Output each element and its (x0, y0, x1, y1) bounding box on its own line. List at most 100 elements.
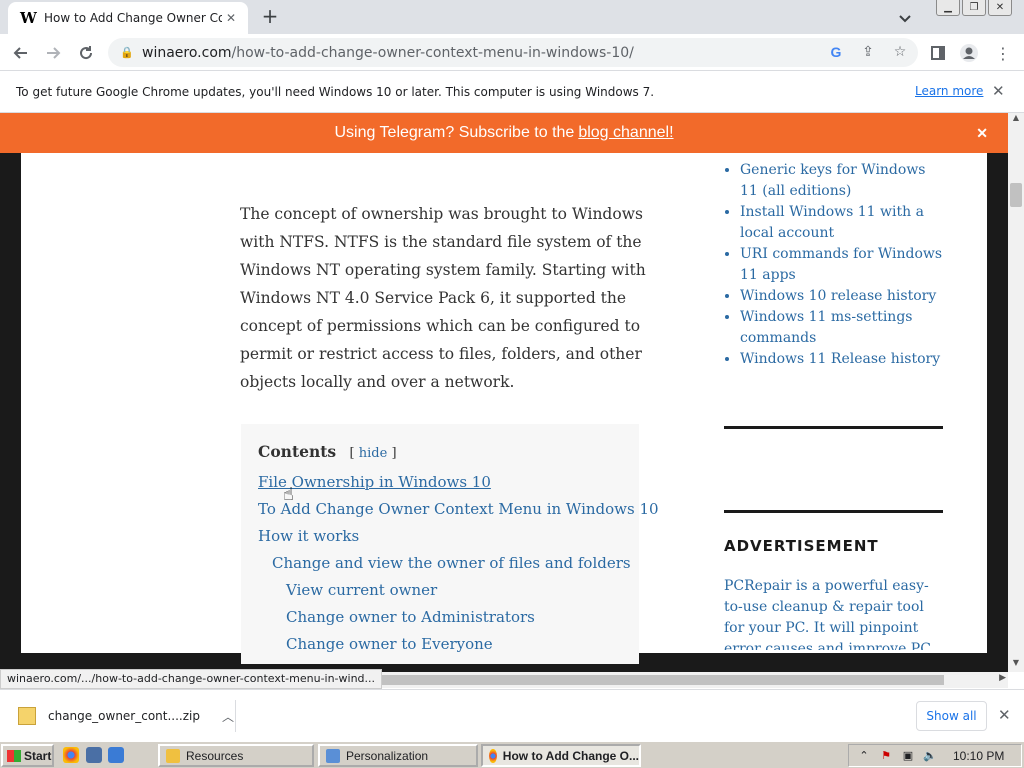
advertisement-heading: ADVERTISEMENT (724, 537, 879, 555)
toc-hide-toggle: [ hide ] (350, 446, 397, 461)
scroll-up-icon[interactable]: ▲ (1008, 113, 1024, 127)
profile-avatar-icon (960, 44, 978, 62)
toc-hide-link[interactable]: hide (359, 446, 388, 461)
download-filename: change_owner_cont....zip (48, 709, 200, 723)
more-vert-icon: ⋮ (995, 43, 1011, 63)
chevron-up-icon[interactable]: ︿ (222, 708, 234, 725)
clock[interactable]: 10:10 PM (953, 749, 1004, 763)
tab-active[interactable]: W How to Add Change Owner Context Menu i… (8, 2, 248, 34)
advertisement-link[interactable]: PCRepair is a powerful easy-to-use clean… (724, 576, 944, 650)
scroll-down-icon[interactable]: ▼ (1008, 658, 1024, 672)
back-button[interactable] (8, 40, 34, 66)
toc-item[interactable]: Change and view the owner of files and f… (258, 550, 639, 577)
sidebar-divider (724, 426, 943, 429)
back-arrow-icon (13, 47, 27, 59)
security-alert-icon[interactable]: ⚑ (879, 749, 893, 763)
sidebar-link[interactable]: URI commands for Windows 11 apps (740, 244, 944, 286)
sidebar-link[interactable]: Install Windows 11 with a local account (740, 202, 944, 244)
toc-item[interactable]: To Add Change Owner Context Menu in Wind… (258, 496, 659, 523)
hand-cursor-icon: ☝ (283, 484, 294, 505)
download-shelf: change_owner_cont....zip ︿ Show all ✕ (0, 689, 1024, 741)
restore-button[interactable]: ❐ (962, 0, 986, 16)
new-tab-button[interactable]: + (258, 5, 282, 29)
toc-item[interactable]: File Ownership in Windows 10 (258, 469, 639, 496)
url-domain: winaero.com (142, 44, 232, 61)
sidebar-link[interactable]: Windows 11 Release history (740, 349, 944, 370)
sidebar-link[interactable]: Windows 10 release history (740, 286, 944, 307)
toc-bracket-open: [ (349, 446, 355, 461)
toc-title: Contents (258, 442, 337, 461)
toc-list: File Ownership in Windows 10 To Add Chan… (258, 469, 659, 658)
telegram-banner: Using Telegram? Subscribe to the blog ch… (0, 113, 1008, 153)
tab-title: How to Add Change Owner Context Menu in … (44, 11, 222, 25)
scroll-right-icon[interactable]: ▶ (999, 673, 1006, 683)
toc-header: Contents [ hide ] (258, 442, 639, 461)
chrome-icon (489, 748, 497, 763)
sidebar-links: Generic keys for Windows 11 (all edition… (724, 160, 944, 370)
tray-expand-icon[interactable]: ⌃ (857, 749, 871, 763)
table-of-contents: Contents [ hide ] File Ownership in Wind… (241, 424, 659, 664)
taskbar-button-label: How to Add Change O... (502, 748, 639, 763)
start-button[interactable]: Start (1, 744, 54, 767)
infobar-message: To get future Google Chrome updates, you… (16, 84, 655, 99)
reload-icon (80, 46, 93, 60)
side-panel-button[interactable] (925, 40, 951, 66)
banner-text: Using Telegram? Subscribe to the (334, 124, 575, 141)
toc-item[interactable]: Change owner to Everyone (258, 631, 639, 658)
tab-close-icon[interactable]: ✕ (222, 11, 240, 25)
toc-item[interactable]: Change owner to Administrators (258, 604, 639, 631)
winaero-favicon-icon: W (20, 9, 37, 27)
menu-button[interactable]: ⋮ (990, 40, 1016, 66)
reload-button[interactable] (73, 40, 99, 66)
omnibox-actions: G ⇪ ☆ (826, 42, 910, 62)
tab-search-chevron-icon[interactable] (895, 8, 915, 28)
show-all-button[interactable]: Show all (916, 701, 987, 731)
taskbar-button-label: Resources (186, 748, 244, 763)
side-panel-icon (931, 46, 945, 60)
close-window-button[interactable]: ✕ (988, 0, 1012, 16)
browser-toolbar: 🔒 winaero.com/how-to-add-change-owner-co… (0, 34, 1024, 71)
minimize-button[interactable]: ▁ (936, 0, 960, 16)
google-lens-icon[interactable]: G (826, 42, 846, 62)
taskbar-button-resources[interactable]: Resources (158, 744, 314, 767)
blog-channel-link[interactable]: blog channel! (578, 124, 673, 142)
update-infobar: To get future Google Chrome updates, you… (0, 71, 1024, 113)
profile-button[interactable] (956, 40, 982, 66)
sidebar-link[interactable]: Generic keys for Windows 11 (all edition… (740, 160, 944, 202)
toc-item[interactable]: How it works (258, 523, 639, 550)
network-icon[interactable]: ▣ (901, 749, 915, 763)
url-path: /how-to-add-change-owner-context-menu-in… (231, 44, 634, 61)
banner-close-icon[interactable]: ✕ (976, 125, 988, 142)
toc-item[interactable]: View current owner (258, 577, 639, 604)
hscroll-thumb[interactable] (340, 675, 944, 685)
learn-more-link[interactable]: Learn more (915, 84, 983, 98)
url-text: winaero.com/how-to-add-change-owner-cont… (142, 45, 634, 61)
chrome-quicklaunch-icon[interactable] (63, 747, 79, 763)
desktop-quicklaunch-icon[interactable] (86, 747, 102, 763)
window-controls: ▁ ❐ ✕ (936, 0, 1012, 16)
volume-muted-icon[interactable]: 🔈 (923, 749, 937, 763)
address-bar[interactable]: 🔒 winaero.com/how-to-add-change-owner-co… (108, 38, 918, 67)
share-icon[interactable]: ⇪ (858, 42, 878, 62)
windows-flag-icon (7, 749, 21, 762)
bookmark-star-icon[interactable]: ☆ (890, 42, 910, 62)
forward-button[interactable] (40, 40, 66, 66)
taskbar-button-chrome[interactable]: How to Add Change O... (481, 744, 641, 767)
folder-icon (166, 748, 180, 763)
explorer-quicklaunch-icon[interactable] (108, 747, 124, 763)
status-url: winaero.com/.../how-to-add-change-owner-… (0, 669, 383, 689)
vertical-scrollbar[interactable]: ▲ ▼ (1008, 113, 1024, 672)
infobar-close-icon[interactable]: ✕ (992, 82, 1005, 100)
windows-taskbar: Start Resources Personalization How to A… (0, 741, 1024, 768)
sidebar-divider (724, 510, 943, 513)
shelf-close-icon[interactable]: ✕ (998, 706, 1011, 724)
taskbar-button-personalization[interactable]: Personalization (318, 744, 478, 767)
scroll-thumb[interactable] (1010, 183, 1022, 207)
start-label: Start (24, 748, 52, 763)
download-item[interactable]: change_owner_cont....zip ︿ (18, 700, 236, 732)
personalization-icon (326, 748, 340, 763)
forward-arrow-icon (47, 47, 61, 59)
article-paragraph: The concept of ownership was brought to … (240, 205, 646, 391)
toc-bracket-close: ] (391, 446, 397, 461)
sidebar-link[interactable]: Windows 11 ms-settings commands (740, 307, 944, 349)
